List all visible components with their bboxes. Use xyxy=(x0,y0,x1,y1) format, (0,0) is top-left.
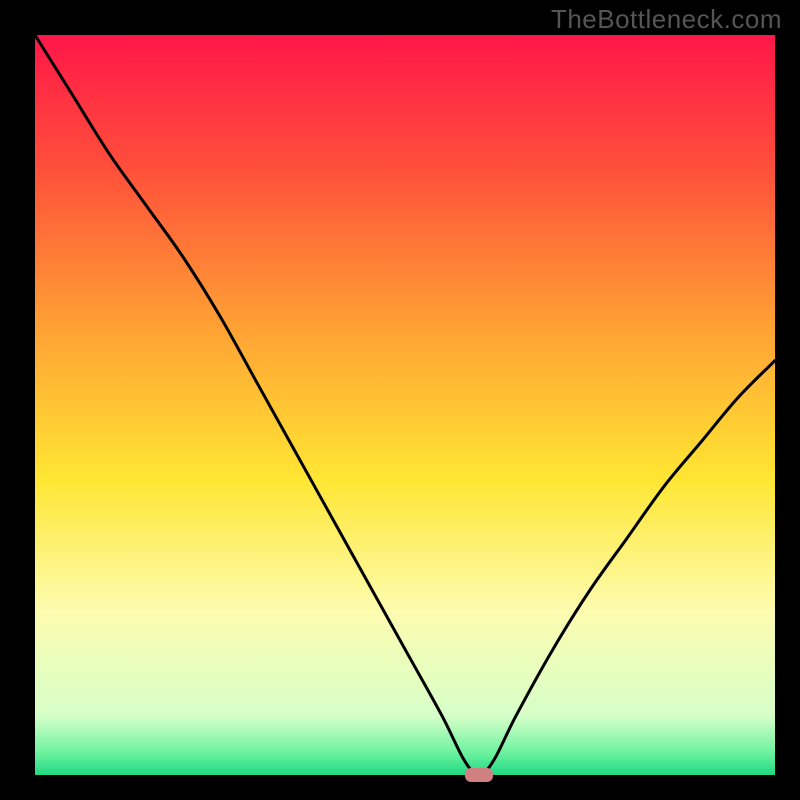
plot-background xyxy=(35,35,775,775)
chart-frame: TheBottleneck.com xyxy=(0,0,800,800)
bottleneck-chart xyxy=(0,0,800,800)
minimum-marker xyxy=(465,768,493,782)
watermark-text: TheBottleneck.com xyxy=(551,4,782,35)
